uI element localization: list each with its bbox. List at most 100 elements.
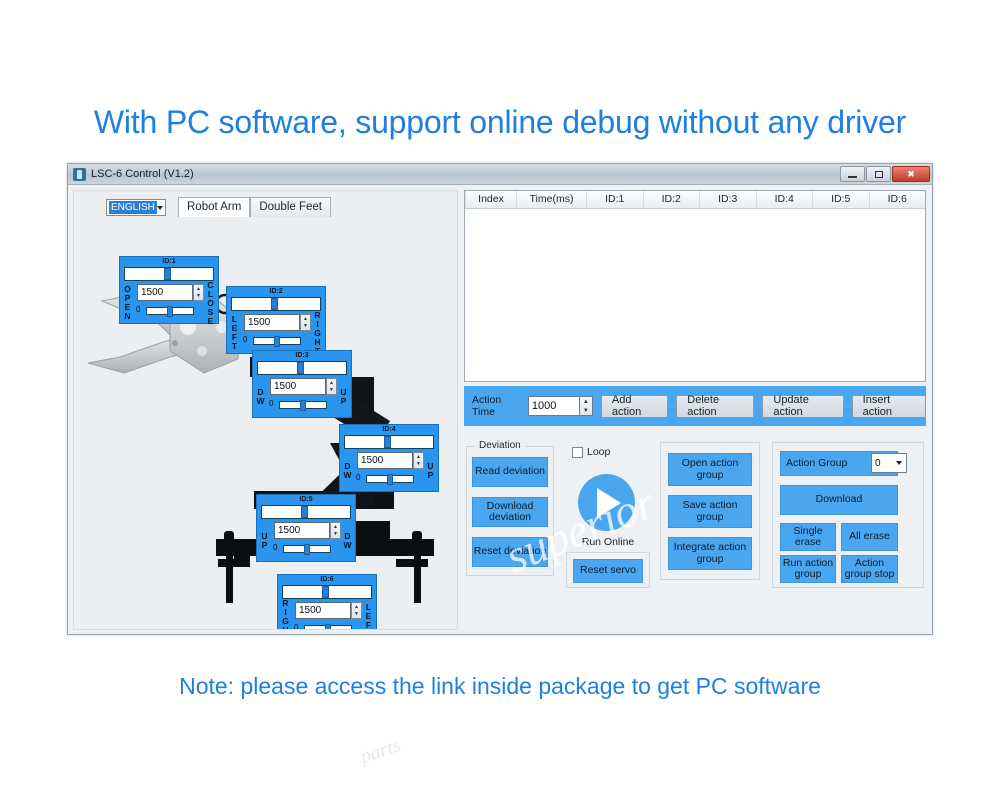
integrate-action-group-button[interactable]: Integrate action group: [668, 537, 752, 570]
servo-3-id: ID:3: [295, 352, 309, 359]
servo-4-stepper[interactable]: ▲ ▼: [413, 452, 424, 469]
servo-1-min: 0: [136, 305, 141, 314]
read-deviation-button[interactable]: Read deviation: [472, 457, 548, 487]
servo-3-left-label: DW: [256, 387, 265, 406]
deviation-group: Deviation Read deviation Download deviat…: [466, 440, 554, 576]
loop-label: Loop: [587, 446, 611, 458]
run-online-button[interactable]: [578, 474, 635, 531]
servo-5-slider2[interactable]: [283, 544, 331, 555]
servo-2-value[interactable]: 1500: [244, 314, 300, 331]
servo-2-slider2[interactable]: [253, 336, 301, 347]
window-body: ENGLISH Robot Arm Double Feet ID:1 OPEN …: [68, 185, 932, 634]
promo-note: Note: please access the link inside pack…: [179, 673, 821, 699]
insert-action-button[interactable]: Insert action: [851, 394, 926, 418]
chevron-down-icon: [896, 461, 902, 465]
close-icon[interactable]: ✖: [892, 166, 930, 182]
action-time-stepper[interactable]: ▲ ▼: [579, 396, 593, 416]
column-id1: ID:1: [587, 191, 644, 208]
servo-3-slider[interactable]: [257, 361, 347, 375]
servo-4-slider2[interactable]: [366, 474, 414, 485]
language-select[interactable]: ENGLISH: [106, 199, 166, 216]
action-group-dropdown[interactable]: 0: [871, 453, 907, 473]
tab-robot-arm[interactable]: Robot Arm: [178, 197, 251, 217]
servo-2-left-label: LEFT: [231, 314, 238, 351]
servo-3-slider2[interactable]: [279, 400, 327, 411]
add-action-button[interactable]: Add action: [600, 394, 669, 418]
servo-6-slider2[interactable]: [304, 624, 352, 629]
servo-6-value[interactable]: 1500: [295, 602, 351, 619]
servo-control-6[interactable]: ID:6 RIGHT LEFT 1500 ▲▼ 0: [277, 574, 377, 630]
column-id5: ID:5: [813, 191, 870, 208]
control-panels: Deviation Read deviation Download deviat…: [464, 432, 926, 625]
window-buttons: ✖: [840, 166, 930, 182]
servo-control-4[interactable]: ID:4 DW UP 1500 ▲ ▼ 0: [339, 424, 439, 492]
servo-6-left-label: RIGHT: [282, 597, 289, 630]
column-index: Index: [465, 191, 517, 208]
servo-4-value[interactable]: 1500: [357, 452, 413, 469]
run-online-label: Run Online: [581, 536, 635, 548]
open-action-group-button[interactable]: Open action group: [668, 453, 752, 486]
servo-1-stepper[interactable]: ▲ ▼: [193, 284, 204, 301]
column-time: Time(ms): [517, 191, 587, 208]
deviation-group-title: Deviation: [475, 440, 525, 451]
servo-4-left-label: DW: [343, 461, 352, 480]
servo-1-slider[interactable]: [124, 267, 214, 281]
action-table-body[interactable]: [465, 209, 925, 381]
servo-control-3[interactable]: ID:3 DW UP 1500 ▲ ▼ 0: [252, 350, 352, 418]
loop-checkbox[interactable]: [572, 446, 583, 458]
servo-control-2[interactable]: ID:2 LEFT RIGHT 1500 ▲▼ 0: [226, 286, 326, 355]
delete-action-button[interactable]: Delete action: [676, 394, 755, 418]
download-panel: Action Group 0 Download Single erase All…: [772, 442, 924, 588]
download-deviation-button[interactable]: Download deviation: [472, 497, 548, 527]
minimize-icon[interactable]: [840, 166, 865, 182]
column-id3: ID:3: [700, 191, 757, 208]
servo-control-1[interactable]: ID:1 OPEN CLOSE 1500 ▲ ▼ 0: [119, 256, 219, 325]
robot-arm-panel: ENGLISH Robot Arm Double Feet ID:1 OPEN …: [73, 190, 458, 630]
reset-deviation-button[interactable]: Reset deviation: [472, 537, 548, 567]
servo-5-stepper[interactable]: ▲ ▼: [330, 522, 341, 539]
promo-headline: With PC software, support online debug w…: [93, 104, 907, 140]
servo-4-slider[interactable]: [344, 435, 434, 449]
servo-6-slider[interactable]: [282, 585, 372, 599]
single-erase-button[interactable]: Single erase: [780, 523, 836, 551]
servo-2-slider[interactable]: [231, 297, 321, 311]
window-title: LSC-6 Control (V1.2): [91, 168, 194, 180]
servo-5-slider[interactable]: [261, 505, 351, 519]
action-group-stop-button[interactable]: Action group stop: [841, 555, 898, 583]
servo-3-value[interactable]: 1500: [270, 378, 326, 395]
servo-control-5[interactable]: ID:5 UP DW 1500 ▲ ▼ 0: [256, 494, 356, 562]
servo-5-min: 0: [273, 543, 278, 552]
action-table-header: Index Time(ms) ID:1 ID:2 ID:3 ID:4 ID:5 …: [465, 191, 925, 209]
action-group-label: Action Group: [786, 456, 848, 469]
servo-3-stepper[interactable]: ▲ ▼: [326, 378, 337, 395]
servo-2-right-label: RIGHT: [314, 309, 321, 355]
watermark-secondary: parts: [357, 734, 404, 768]
save-action-group-button[interactable]: Save action group: [668, 495, 752, 528]
servo-1-slider2[interactable]: [146, 306, 194, 317]
servo-4-min: 0: [356, 473, 361, 482]
maximize-icon[interactable]: [866, 166, 891, 182]
action-time-label: Action Time: [472, 394, 502, 418]
servo-4-id: ID:4: [382, 426, 396, 433]
loop-checkbox-row[interactable]: Loop: [572, 446, 610, 458]
servo-1-value[interactable]: 1500: [137, 284, 193, 301]
servo-1-left-label: OPEN: [124, 284, 131, 321]
servo-2-id: ID:2: [269, 288, 283, 295]
chevron-down-icon: [156, 205, 163, 210]
servo-5-id: ID:5: [299, 496, 313, 503]
servo-4-right-label: UP: [427, 461, 434, 480]
servo-6-stepper[interactable]: ▲ ▼: [351, 602, 362, 619]
servo-2-stepper[interactable]: ▲ ▼: [300, 314, 311, 331]
reset-servo-group: Reset servo: [566, 552, 650, 588]
tab-double-feet[interactable]: Double Feet: [250, 197, 331, 217]
servo-6-right-label: LEFT: [365, 602, 372, 630]
reset-servo-button[interactable]: Reset servo: [573, 559, 643, 583]
run-action-group-button[interactable]: Run action group: [780, 555, 836, 583]
update-action-button[interactable]: Update action: [762, 394, 844, 418]
servo-5-value[interactable]: 1500: [274, 522, 330, 539]
action-table[interactable]: Index Time(ms) ID:1 ID:2 ID:3 ID:4 ID:5 …: [464, 190, 926, 382]
download-button[interactable]: Download: [780, 485, 898, 515]
action-group-box: Open action group Save action group Inte…: [660, 442, 760, 580]
all-erase-button[interactable]: All erase: [841, 523, 898, 551]
action-time-input[interactable]: 1000: [527, 396, 580, 416]
